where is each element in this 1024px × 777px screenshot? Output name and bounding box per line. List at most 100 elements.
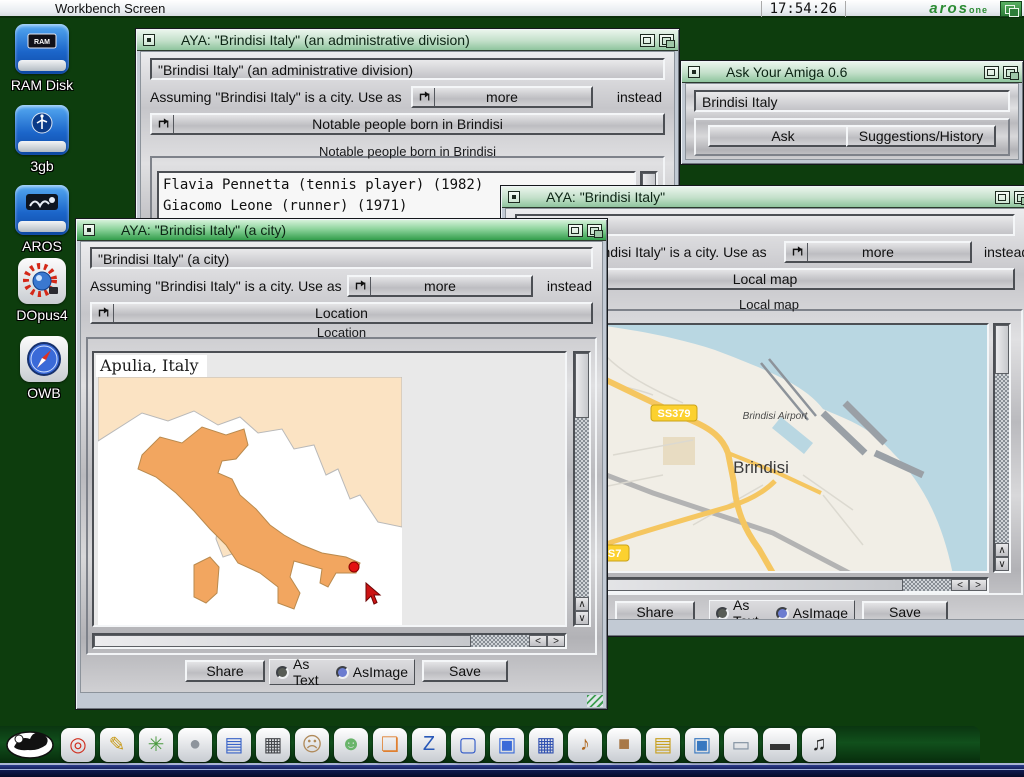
icon-label: RAM Disk bbox=[6, 77, 78, 93]
depth-gadget-icon[interactable] bbox=[1003, 66, 1018, 79]
close-gadget-icon[interactable] bbox=[143, 34, 155, 46]
list-item[interactable]: Giacomo Leone (runner) (1971) bbox=[163, 198, 407, 214]
depth-gadget-icon[interactable] bbox=[1014, 191, 1024, 204]
window-city[interactable]: AYA: "Brindisi Italy" (a city) "Brindisi… bbox=[75, 218, 608, 710]
query-input[interactable]: "Brindisi Italy" (a city) bbox=[90, 247, 593, 269]
titlebar[interactable]: AYA: "Brindisi Italy" bbox=[502, 187, 1024, 208]
scroll-trough[interactable] bbox=[471, 635, 529, 647]
dock-video-icon[interactable]: ▬ bbox=[763, 728, 797, 762]
scroll-knob[interactable] bbox=[94, 635, 471, 647]
scroll-trough[interactable] bbox=[995, 374, 1009, 543]
screen-depth-gadget-icon[interactable] bbox=[1000, 1, 1022, 17]
svg-text:RAM: RAM bbox=[34, 39, 50, 46]
ask-query-input[interactable]: Brindisi Italy bbox=[694, 90, 1010, 112]
assume-row: Assuming "Brindisi Italy" is a city. Use… bbox=[141, 85, 674, 109]
window-title: AYA: "Brindisi Italy" bbox=[546, 189, 991, 205]
dock[interactable]: ◎✎✳●▤▦☹☻❏Z▢▣▦♪■▤▣▭▬♫ bbox=[0, 726, 980, 763]
ask-button[interactable]: Ask bbox=[708, 125, 858, 147]
scroll-up-button[interactable]: ∧ bbox=[575, 597, 589, 611]
desktop-icon-owb[interactable]: OWB bbox=[8, 336, 80, 401]
list-item[interactable]: Flavia Pennetta (tennis player) (1982) bbox=[163, 177, 483, 193]
section-cycle-button[interactable]: Location bbox=[90, 302, 593, 324]
cycle-label: Local map bbox=[539, 271, 1013, 287]
close-gadget-icon[interactable] bbox=[688, 66, 700, 78]
up-arrow-icon: ∧ bbox=[998, 545, 1005, 556]
up-arrow-icon: ∧ bbox=[578, 599, 585, 610]
zoom-gadget-icon[interactable] bbox=[568, 224, 583, 237]
dock-radio-icon[interactable]: ♫ bbox=[802, 728, 836, 762]
radio-as-image[interactable] bbox=[336, 666, 349, 679]
scroll-up-button[interactable]: ∧ bbox=[995, 543, 1009, 557]
share-button[interactable]: Share bbox=[185, 660, 265, 682]
scroll-knob[interactable] bbox=[575, 353, 589, 418]
scroll-down-button[interactable]: ∨ bbox=[995, 557, 1009, 571]
desktop-icon-3gb[interactable]: 3gb bbox=[6, 105, 78, 174]
save-button[interactable]: Save bbox=[862, 601, 948, 620]
desktop-icon-dopus4[interactable]: DOpus4 bbox=[6, 258, 78, 323]
road-badge-ss379: SS379 bbox=[651, 405, 697, 421]
radio-as-image[interactable] bbox=[776, 607, 789, 620]
radio-as-text[interactable] bbox=[276, 666, 289, 679]
desktop-icon-ram-disk[interactable]: RAM RAM Disk bbox=[6, 24, 78, 93]
screen-titlebar[interactable]: Workbench Screen 17:54:26 arosone bbox=[0, 0, 1024, 18]
depth-gadget-icon[interactable] bbox=[659, 34, 674, 47]
output-format-radios[interactable]: As Text AsImage bbox=[269, 659, 415, 685]
dock-screenshot-icon[interactable]: ▣ bbox=[685, 728, 719, 762]
desktop-icon-aros[interactable]: AROS bbox=[6, 185, 78, 254]
dock-toolbox-icon[interactable]: ▤ bbox=[646, 728, 680, 762]
zoom-gadget-icon[interactable] bbox=[640, 34, 655, 47]
zoom-gadget-icon[interactable] bbox=[995, 191, 1010, 204]
map-vscrollbar[interactable]: ∧ ∨ bbox=[993, 323, 1011, 573]
dock-audio-icon[interactable]: ♪ bbox=[568, 728, 602, 762]
depth-gadget-icon[interactable] bbox=[587, 224, 602, 237]
scroll-knob[interactable] bbox=[995, 325, 1009, 374]
output-format-radios[interactable]: As Text AsImage bbox=[709, 600, 855, 620]
assume-cycle-button[interactable]: more bbox=[784, 241, 972, 263]
dock-zune-icon[interactable]: Z bbox=[412, 728, 446, 762]
close-gadget-icon[interactable] bbox=[83, 224, 95, 236]
desktop[interactable]: RAM RAM Disk 3gb AROS DOpus4 OWB bbox=[0, 20, 1024, 777]
titlebar[interactable]: AYA: "Brindisi Italy" (an administrative… bbox=[137, 30, 678, 51]
radio-as-text[interactable] bbox=[716, 607, 729, 620]
dock-calendar-icon[interactable]: ▦ bbox=[529, 728, 563, 762]
window-ask-your-amiga[interactable]: Ask Your Amiga 0.6 Brindisi Italy Ask Su… bbox=[680, 60, 1024, 165]
scroll-right-button[interactable]: > bbox=[547, 635, 565, 647]
map-vscrollbar[interactable]: ∧ ∨ bbox=[573, 351, 591, 627]
suggestions-history-button[interactable]: Suggestions/History bbox=[846, 125, 996, 147]
titlebar[interactable]: AYA: "Brindisi Italy" (a city) bbox=[77, 220, 606, 241]
scroll-left-button[interactable]: < bbox=[951, 579, 969, 591]
close-gadget-icon[interactable] bbox=[508, 191, 520, 203]
query-input[interactable]: "Brindisi Italy" (an administrative divi… bbox=[150, 58, 665, 80]
window-title: AYA: "Brindisi Italy" (an administrative… bbox=[181, 32, 636, 48]
assume-cycle-button[interactable]: more bbox=[411, 86, 593, 108]
scroll-trough[interactable] bbox=[575, 418, 589, 597]
dock-dopus-icon[interactable]: ◎ bbox=[61, 728, 95, 762]
scroll-left-button[interactable]: < bbox=[529, 635, 547, 647]
dock-calculator-icon[interactable]: ▦ bbox=[256, 728, 290, 762]
resize-gadget[interactable] bbox=[587, 695, 603, 707]
scroll-down-button[interactable]: ∨ bbox=[575, 611, 589, 625]
icon-label: 3gb bbox=[6, 158, 78, 174]
dock-ghost-icon[interactable]: ☻ bbox=[334, 728, 368, 762]
dock-doc-viewer-icon[interactable]: ▭ bbox=[724, 728, 758, 762]
zoom-gadget-icon[interactable] bbox=[984, 66, 999, 79]
dock-monitor-icon[interactable]: ▢ bbox=[451, 728, 485, 762]
titlebar[interactable]: Ask Your Amiga 0.6 bbox=[682, 62, 1022, 83]
section-cycle-button[interactable]: Notable people born in Brindisi bbox=[150, 113, 665, 135]
dock-aros-mascot-icon[interactable] bbox=[6, 725, 54, 764]
dock-package-icon[interactable]: ■ bbox=[607, 728, 641, 762]
share-button[interactable]: Share bbox=[615, 601, 695, 620]
dock-organizer-icon[interactable]: ▤ bbox=[217, 728, 251, 762]
dock-image-viewer-icon[interactable]: ▣ bbox=[490, 728, 524, 762]
dock-notes-icon[interactable]: ✎ bbox=[100, 728, 134, 762]
assume-cycle-button[interactable]: more bbox=[347, 275, 533, 297]
location-map-view[interactable]: Apulia, Italy bbox=[92, 351, 567, 627]
map-hscrollbar[interactable]: < > bbox=[92, 633, 567, 649]
dock-paint-icon[interactable]: ✳ bbox=[139, 728, 173, 762]
scroll-trough[interactable] bbox=[903, 579, 951, 591]
scroll-right-button[interactable]: > bbox=[969, 579, 987, 591]
dock-scream-icon[interactable]: ☹ bbox=[295, 728, 329, 762]
save-button[interactable]: Save bbox=[422, 660, 508, 682]
dock-prefs-windows-icon[interactable]: ❏ bbox=[373, 728, 407, 762]
dock-search-icon[interactable]: ● bbox=[178, 728, 212, 762]
